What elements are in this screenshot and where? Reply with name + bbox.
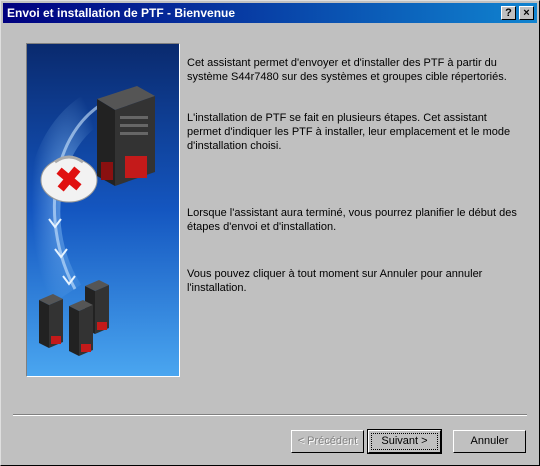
window-title: Envoi et installation de PTF - Bienvenue [7,6,236,20]
wizard-illustration [26,43,180,377]
medical-kit-icon [40,155,98,203]
server-icon [97,86,155,186]
next-button[interactable]: Suivant > [367,429,442,454]
intro-paragraph: Cet assistant permet d'envoyer et d'inst… [187,57,507,83]
cancel-info-paragraph: Vous pouvez cliquer à tout moment sur An… [187,268,483,294]
cancel-button[interactable]: Annuler [453,430,526,453]
steps-paragraph: L'installation de PTF se fait en plusieu… [187,112,511,152]
dialog-window: Envoi et installation de PTF - Bienvenue… [0,0,540,466]
title-bar[interactable]: Envoi et installation de PTF - Bienvenue… [3,3,537,23]
close-button[interactable]: × [519,6,534,20]
button-divider [13,414,527,416]
illustration-graphic [27,44,179,376]
next-button-label: Suivant > [371,433,438,450]
previous-button[interactable]: < Précédent [291,430,364,453]
help-button[interactable]: ? [501,6,516,20]
schedule-paragraph: Lorsque l'assistant aura terminé, vous p… [187,207,517,233]
